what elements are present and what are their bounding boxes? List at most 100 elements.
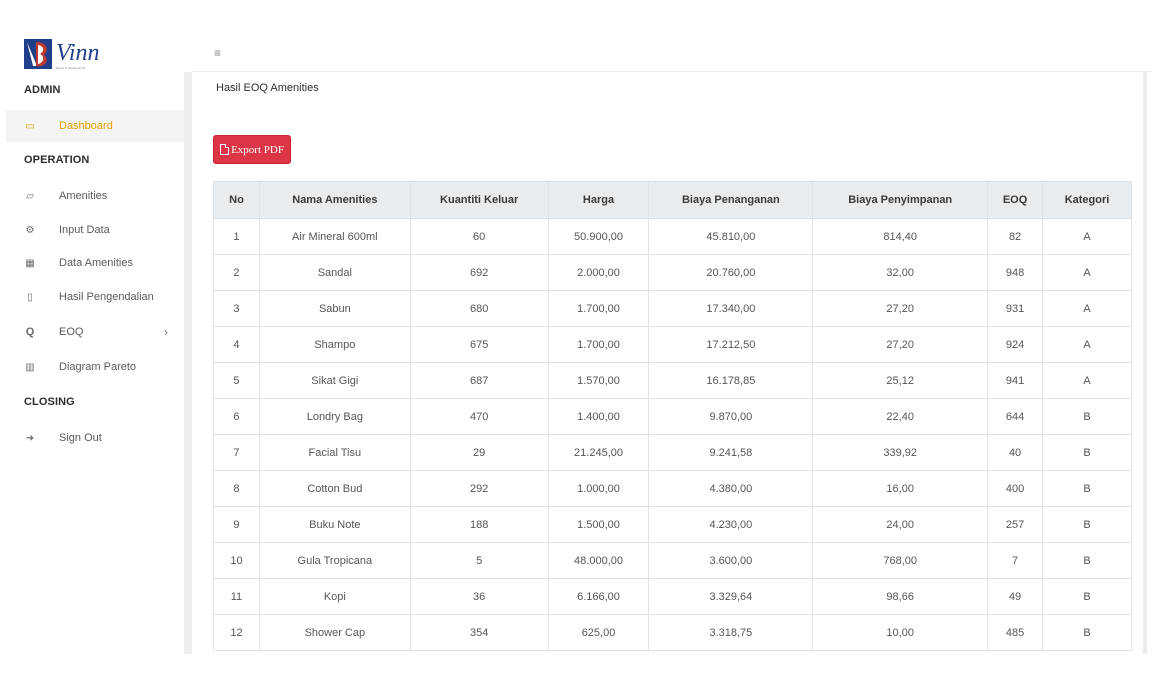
- cell-kategori: B: [1042, 470, 1132, 507]
- column-header-eoq[interactable]: EOQ: [987, 181, 1044, 219]
- cell-eoq: 40: [987, 434, 1044, 471]
- cell-kategori: A: [1042, 362, 1132, 399]
- column-header-no[interactable]: No: [213, 181, 260, 219]
- section-admin: ADMIN: [24, 84, 61, 96]
- cell-biaya-penyimpanan: 25,12: [812, 362, 989, 399]
- cell-no: 6: [213, 398, 260, 435]
- hamburger-menu-icon[interactable]: ≡: [214, 46, 221, 60]
- cell-eoq: 257: [987, 506, 1044, 543]
- cell-kategori: A: [1042, 218, 1132, 255]
- file-icon: ▯: [27, 291, 33, 303]
- table-body: 1 Air Mineral 600ml 60 50.900,00 45.810,00 81…: [213, 218, 1132, 651]
- logo-mark-icon: [24, 37, 54, 69]
- cell-biaya-penyimpanan: 27,20: [812, 290, 989, 327]
- sidebar-item-amenities[interactable]: ▱ Amenities: [6, 180, 184, 212]
- logo-text: Vinn: [56, 40, 100, 66]
- cell-kuantiti: 354: [409, 614, 549, 651]
- cell-no: 12: [213, 614, 260, 651]
- cell-biaya-penanganan: 17.212,50: [648, 326, 814, 363]
- table-row: 4 Shampo 675 1.700,00 17.212,50 27,20 924 A: [213, 326, 1132, 363]
- cell-kuantiti: 188: [409, 506, 549, 543]
- cell-biaya-penyimpanan: 27,20: [812, 326, 989, 363]
- table-row: 10 Gula Tropicana 5 48.000,00 3.600,00 768,00…: [213, 542, 1132, 579]
- section-closing: CLOSING: [24, 396, 75, 408]
- cell-kuantiti: 687: [409, 362, 549, 399]
- cell-kuantiti: 5: [409, 542, 549, 579]
- cell-no: 2: [213, 254, 260, 291]
- cell-biaya-penanganan: 3.600,00: [648, 542, 814, 579]
- cell-eoq: 924: [987, 326, 1044, 363]
- table-row: 6 Londry Bag 470 1.400,00 9.870,00 22,40 644 B: [213, 398, 1132, 435]
- cell-nama: Sandal: [258, 254, 411, 291]
- cell-harga: 1.000,00: [547, 470, 650, 507]
- cell-nama: Shampo: [258, 326, 411, 363]
- sidebar-item-dashboard[interactable]: ▭ Dashboard: [6, 110, 184, 142]
- cell-kategori: B: [1042, 434, 1132, 471]
- cell-kuantiti: 292: [409, 470, 549, 507]
- cell-biaya-penyimpanan: 10,00: [812, 614, 989, 651]
- column-header-biaya-penyimpanan[interactable]: Biaya Penyimpanan: [812, 181, 989, 219]
- cell-biaya-penanganan: 16.178,85: [648, 362, 814, 399]
- cell-kategori: B: [1042, 398, 1132, 435]
- cell-no: 3: [213, 290, 260, 327]
- cell-eoq: 485: [987, 614, 1044, 651]
- sidebar-item-input-data[interactable]: ⚙ Input Data: [6, 214, 184, 246]
- cell-kategori: A: [1042, 254, 1132, 291]
- cell-kuantiti: 692: [409, 254, 549, 291]
- table-icon: ▦: [25, 257, 35, 269]
- cell-biaya-penyimpanan: 16,00: [812, 470, 989, 507]
- cell-biaya-penyimpanan: 22,40: [812, 398, 989, 435]
- cell-nama: Sikat Gigi: [258, 362, 411, 399]
- cell-harga: 1.500,00: [547, 506, 650, 543]
- sidebar-item-sign-out[interactable]: ➜ Sign Out: [6, 422, 184, 454]
- table-row: 3 Sabun 680 1.700,00 17.340,00 27,20 931 A: [213, 290, 1132, 327]
- cell-harga: 50.900,00: [547, 218, 650, 255]
- logo-subtitle: Hotel & Apartments: [56, 66, 86, 70]
- cell-eoq: 644: [987, 398, 1044, 435]
- cell-nama: Cotton Bud: [258, 470, 411, 507]
- cell-kuantiti: 29: [409, 434, 549, 471]
- sidebar-item-label: Amenities: [59, 190, 108, 202]
- chevron-right-icon: ›: [164, 325, 168, 339]
- page-title: Hasil EOQ Amenities: [216, 82, 319, 94]
- sidebar-item-diagram-pareto[interactable]: ▥ Diagram Pareto: [6, 351, 184, 383]
- cell-nama: Sabun: [258, 290, 411, 327]
- cell-kategori: B: [1042, 542, 1132, 579]
- scrollbar-track[interactable]: [1143, 72, 1147, 654]
- table-row: 12 Shower Cap 354 625,00 3.318,75 10,00 485 B: [213, 614, 1132, 651]
- main-content: Hasil EOQ Amenities Export PDF No Nama A…: [192, 72, 1143, 654]
- cell-biaya-penyimpanan: 24,00: [812, 506, 989, 543]
- cell-nama: Gula Tropicana: [258, 542, 411, 579]
- sidebar-divider: [184, 72, 192, 654]
- cell-biaya-penanganan: 4.380,00: [648, 470, 814, 507]
- cell-biaya-penyimpanan: 768,00: [812, 542, 989, 579]
- cell-harga: 1.400,00: [547, 398, 650, 435]
- sidebar-item-eoq[interactable]: Q EOQ ›: [6, 316, 184, 348]
- cell-no: 11: [213, 578, 260, 615]
- cell-no: 4: [213, 326, 260, 363]
- cell-biaya-penanganan: 20.760,00: [648, 254, 814, 291]
- column-header-biaya-penanganan[interactable]: Biaya Penanganan: [648, 181, 814, 219]
- cell-nama: Air Mineral 600ml: [258, 218, 411, 255]
- cell-nama: Kopi: [258, 578, 411, 615]
- column-header-harga[interactable]: Harga: [547, 181, 650, 219]
- table-row: 11 Kopi 36 6.166,00 3.329,64 98,66 49 B: [213, 578, 1132, 615]
- brand-logo[interactable]: Vinn Hotel & Apartments: [24, 36, 100, 70]
- sidebar-item-label: Data Amenities: [59, 257, 133, 269]
- column-header-nama-amenities[interactable]: Nama Amenities: [258, 181, 411, 219]
- cell-kuantiti: 675: [409, 326, 549, 363]
- cell-nama: Buku Note: [258, 506, 411, 543]
- cell-kuantiti: 36: [409, 578, 549, 615]
- export-pdf-button[interactable]: Export PDF: [213, 135, 291, 164]
- cell-eoq: 931: [987, 290, 1044, 327]
- sidebar-item-hasil-pengendalian[interactable]: ▯ Hasil Pengendalian: [6, 281, 184, 313]
- table-row: 7 Facial Tisu 29 21.245,00 9.241,58 339,92 40 B: [213, 434, 1132, 471]
- cell-harga: 21.245,00: [547, 434, 650, 471]
- column-header-kuantiti-keluar[interactable]: Kuantiti Keluar: [409, 181, 549, 219]
- cell-eoq: 948: [987, 254, 1044, 291]
- cell-biaya-penyimpanan: 339,92: [812, 434, 989, 471]
- table-row: 9 Buku Note 188 1.500,00 4.230,00 24,00 257 B: [213, 506, 1132, 543]
- cell-eoq: 7: [987, 542, 1044, 579]
- column-header-kategori[interactable]: Kategori: [1042, 181, 1132, 219]
- sidebar-item-data-amenities[interactable]: ▦ Data Amenities: [6, 247, 184, 279]
